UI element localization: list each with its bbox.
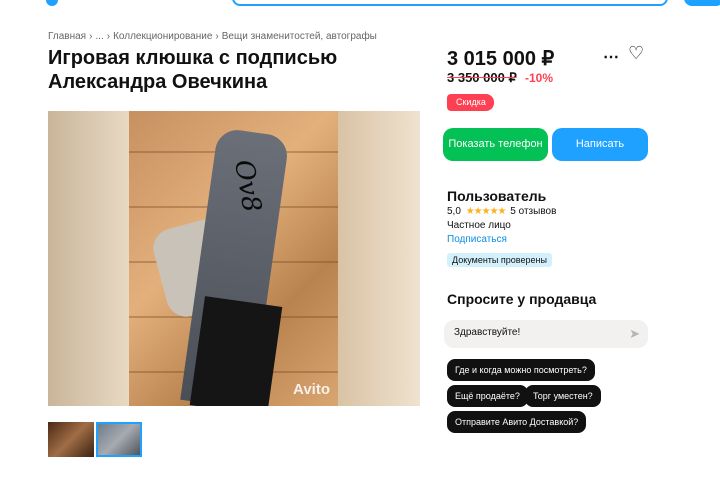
search-input[interactable]: [232, 0, 668, 6]
quick-question-chip[interactable]: Ещё продаёте?: [447, 385, 528, 407]
docs-verified-badge: Документы проверены: [447, 253, 552, 267]
seller-rating: 5,0 ★★★★★ 5 отзывов: [447, 206, 556, 217]
breadcrumb-separator: ›: [89, 31, 93, 42]
heart-icon[interactable]: ♡: [628, 43, 644, 64]
breadcrumb-separator: ›: [106, 31, 111, 42]
breadcrumb-ellipsis[interactable]: ...: [95, 31, 103, 42]
page-title: Игровая клюшка с подписью Александра Ове…: [48, 47, 338, 93]
reviews-link[interactable]: 5 отзывов: [510, 206, 556, 217]
message-input[interactable]: [454, 327, 624, 338]
photo-gallery[interactable]: Ov8 Avito: [48, 111, 420, 406]
seller-name[interactable]: Пользователь: [447, 188, 546, 204]
main-photo[interactable]: Ov8 Avito: [129, 111, 338, 406]
breadcrumb-collecting[interactable]: Коллекционирование: [113, 31, 212, 42]
quick-question-chip[interactable]: Отправите Авито Доставкой?: [447, 411, 587, 433]
breadcrumb-separator: ›: [215, 31, 219, 42]
star-icon: ★★★★★: [465, 206, 507, 217]
message-box[interactable]: ➤: [444, 320, 648, 348]
write-button[interactable]: Написать: [552, 128, 648, 161]
rating-value: 5,0: [447, 206, 461, 217]
sale-badge: Скидка: [447, 94, 494, 111]
send-icon[interactable]: ➤: [629, 326, 640, 342]
breadcrumb-celebrity-items[interactable]: Вещи знаменитостей, автографы: [222, 31, 377, 42]
show-phone-button[interactable]: Показать телефон: [443, 128, 548, 161]
avito-logo[interactable]: [46, 0, 58, 6]
thumbnail[interactable]: [48, 422, 94, 457]
breadcrumb: Главная ›... › Коллекционирование › Вещи знам…: [48, 31, 380, 42]
old-price: 3 350 000 ₽: [447, 70, 517, 85]
thumbnail-selected[interactable]: [96, 422, 142, 457]
quick-question-chip[interactable]: Торг уместен?: [525, 385, 601, 407]
subscribe-link[interactable]: Подписаться: [447, 234, 507, 245]
search-button[interactable]: [684, 0, 720, 6]
gallery-blur-right: [338, 111, 420, 406]
avito-watermark: Avito: [293, 381, 330, 398]
gallery-blur-left: [48, 111, 129, 406]
ask-seller-title: Спросите у продавца: [447, 291, 597, 307]
stick-tape: [189, 296, 283, 406]
quick-question-chip[interactable]: Где и когда можно посмотреть?: [447, 359, 595, 381]
seller-type: Частное лицо: [447, 220, 511, 231]
discount: -10%: [525, 71, 554, 85]
top-bar: [0, 0, 720, 12]
breadcrumb-home[interactable]: Главная: [48, 31, 86, 42]
price: 3 015 000 ₽: [447, 48, 555, 70]
more-icon[interactable]: ⋯: [603, 47, 620, 67]
